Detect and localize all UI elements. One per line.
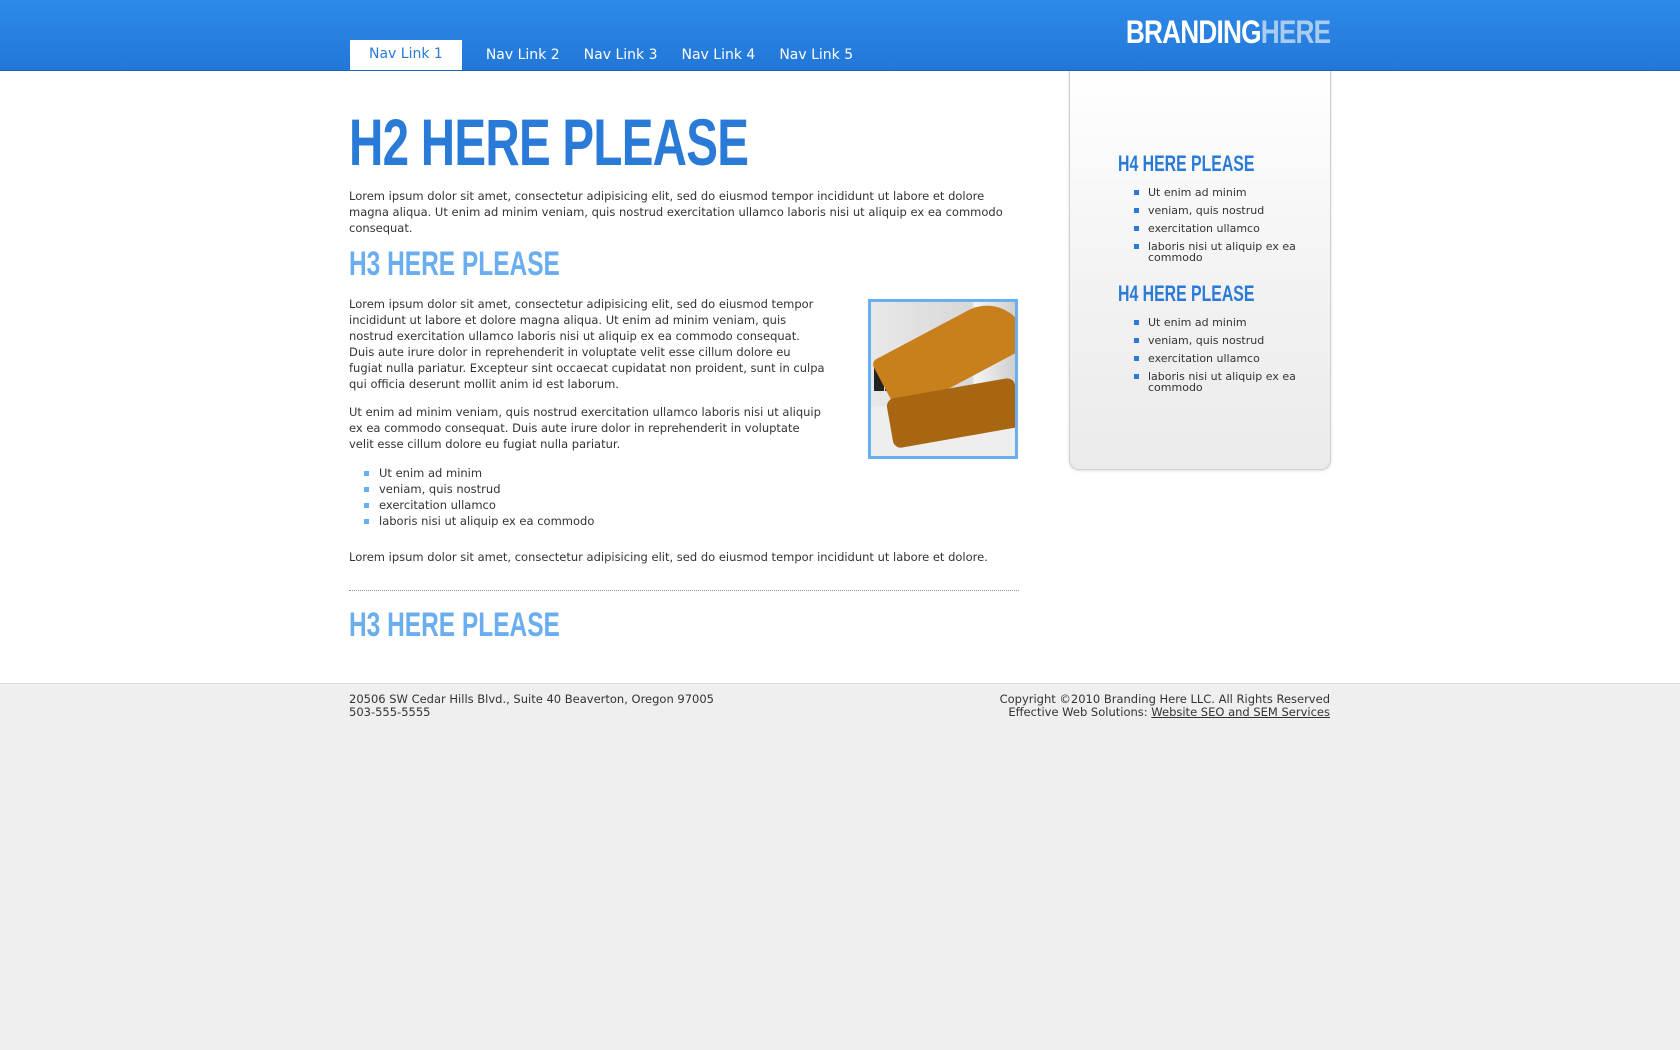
footer-phone: 503-555-5555 bbox=[349, 705, 431, 719]
seo-services-link[interactable]: Website SEO and SEM Services bbox=[1151, 705, 1330, 719]
sidebar-list-1: Ut enim ad minim veniam, quis nostrud ex… bbox=[1118, 185, 1318, 268]
site-header: Nav Link 1 Nav Link 2 Nav Link 3 Nav Lin… bbox=[0, 0, 1680, 71]
body-paragraph-2: Ut enim ad minim veniam, quis nostrud ex… bbox=[349, 405, 821, 451]
page-heading: H2 HERE PLEASE bbox=[349, 105, 749, 179]
nav-link-5[interactable]: Nav Link 5 bbox=[767, 41, 865, 70]
list-item: veniam, quis nostrud bbox=[1118, 333, 1318, 348]
main-nav: Nav Link 1 Nav Link 2 Nav Link 3 Nav Lin… bbox=[350, 40, 865, 70]
footer-contact: 20506 SW Cedar Hills Blvd., Suite 40 Bea… bbox=[349, 693, 714, 719]
section-heading-2: H3 HERE PLEASE bbox=[349, 606, 560, 644]
list-item: Ut enim ad minim bbox=[1118, 315, 1318, 330]
intro-paragraph: Lorem ipsum dolor sit amet, consectetur … bbox=[349, 189, 1003, 235]
chair-photo bbox=[868, 299, 1018, 459]
list-item: veniam, quis nostrud bbox=[349, 481, 594, 497]
main-area: H2 HERE PLEASE Lorem ipsum dolor sit ame… bbox=[0, 71, 1680, 684]
sidebar-heading-1: H4 HERE PLEASE bbox=[1118, 151, 1255, 176]
sidebar: H4 HERE PLEASE Ut enim ad minim veniam, … bbox=[1069, 71, 1331, 470]
dotted-divider bbox=[349, 590, 1019, 591]
brand-part-2: HERE bbox=[1260, 14, 1330, 50]
footer-solutions-prefix: Effective Web Solutions: bbox=[1008, 705, 1152, 719]
list-item: laboris nisi ut aliquip ex ea commodo bbox=[1118, 239, 1318, 265]
sidebar-heading-2: H4 HERE PLEASE bbox=[1118, 281, 1255, 306]
section-heading-1: H3 HERE PLEASE bbox=[349, 245, 560, 283]
brand-logo[interactable]: BRANDINGHERE bbox=[1125, 14, 1331, 51]
body-paragraph-3: Lorem ipsum dolor sit amet, consectetur … bbox=[349, 550, 988, 564]
list-item: exercitation ullamco bbox=[1118, 351, 1318, 366]
footer-legal: Copyright ©2010 Branding Here LLC. All R… bbox=[1000, 693, 1330, 719]
body-paragraph-1: Lorem ipsum dolor sit amet, consectetur … bbox=[349, 297, 825, 391]
nav-link-4[interactable]: Nav Link 4 bbox=[669, 41, 767, 70]
sidebar-list-2: Ut enim ad minim veniam, quis nostrud ex… bbox=[1118, 315, 1318, 398]
content-list: Ut enim ad minim veniam, quis nostrud ex… bbox=[349, 465, 594, 529]
list-item: laboris nisi ut aliquip ex ea commodo bbox=[1118, 369, 1318, 395]
list-item: exercitation ullamco bbox=[1118, 221, 1318, 236]
nav-link-1[interactable]: Nav Link 1 bbox=[350, 40, 462, 70]
list-item: Ut enim ad minim bbox=[1118, 185, 1318, 200]
list-item: veniam, quis nostrud bbox=[1118, 203, 1318, 218]
list-item: laboris nisi ut aliquip ex ea commodo bbox=[349, 513, 594, 529]
list-item: exercitation ullamco bbox=[349, 497, 594, 513]
nav-link-3[interactable]: Nav Link 3 bbox=[572, 41, 670, 70]
footer-solutions: Effective Web Solutions: Website SEO and… bbox=[1000, 706, 1330, 719]
nav-link-2[interactable]: Nav Link 2 bbox=[474, 41, 572, 70]
list-item: Ut enim ad minim bbox=[349, 465, 594, 481]
site-footer: 20506 SW Cedar Hills Blvd., Suite 40 Bea… bbox=[0, 684, 1680, 1050]
brand-part-1: BRANDING bbox=[1125, 14, 1262, 50]
